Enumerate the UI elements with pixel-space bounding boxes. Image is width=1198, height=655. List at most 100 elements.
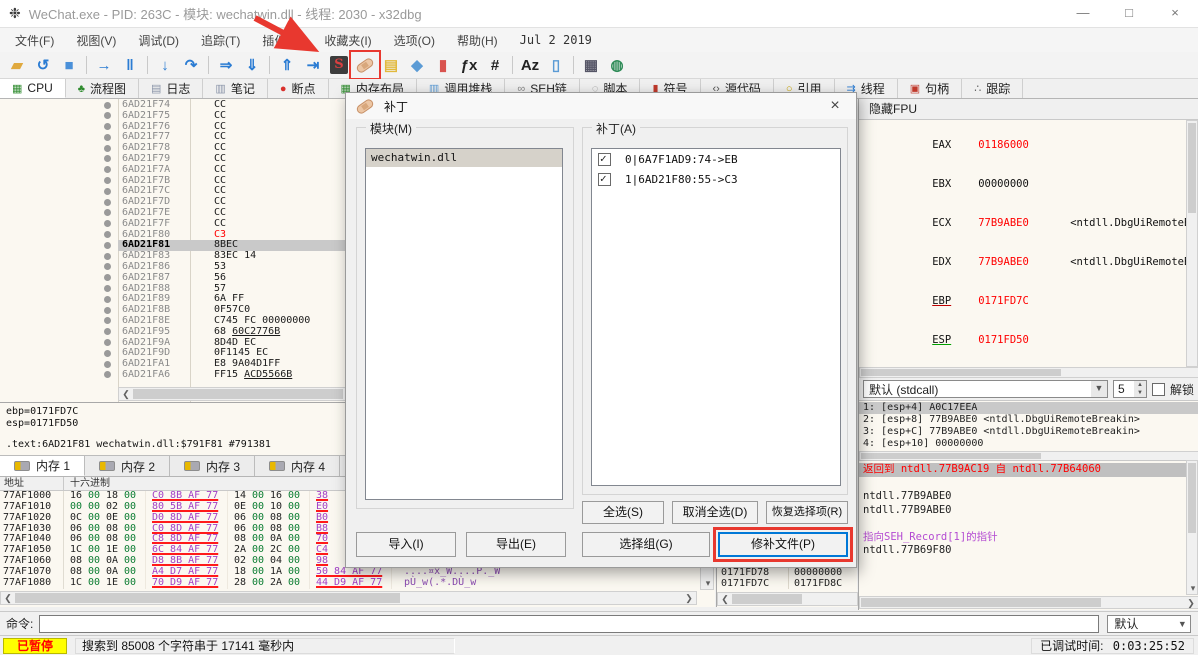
view-tab[interactable]: ▥ 笔记 [203, 79, 268, 98]
stepper-arrows-icon[interactable]: ▲ ▼ [1133, 381, 1146, 397]
close-button[interactable]: × [1152, 0, 1198, 27]
breakpoint-dot[interactable] [104, 101, 111, 109]
dump-byte[interactable]: 0C [70, 512, 88, 524]
dump-byte[interactable]: 00 [88, 577, 106, 589]
command-profile-select[interactable]: 默认 ▼ [1107, 614, 1192, 633]
infobox-vscrollbar[interactable]: ▾ [1186, 460, 1198, 595]
breakpoint-dot[interactable] [104, 339, 111, 347]
dump-byte[interactable]: 28 [234, 577, 252, 589]
globe-icon[interactable]: ◍ [604, 53, 630, 77]
view-tab[interactable]: ♣ 流程图 [66, 79, 139, 98]
stack-row[interactable]: 0171FD7C 0171FD8C [717, 578, 857, 589]
breakpoint-dot[interactable] [104, 231, 111, 239]
breakpoint-dot[interactable] [104, 317, 111, 325]
dialog-close-icon[interactable]: × [824, 97, 846, 115]
toolbar-separator[interactable] [204, 53, 213, 77]
run-icon[interactable]: → [91, 53, 117, 77]
dump-byte[interactable]: 1C [70, 577, 88, 589]
dump-byte[interactable]: 1E [106, 577, 124, 589]
breakpoint-dot[interactable] [104, 112, 111, 120]
registers-hscrollbar[interactable] [859, 367, 1198, 378]
breakpoint-dot[interactable] [104, 306, 111, 314]
breakpoint-dot[interactable] [104, 209, 111, 217]
view-tab[interactable]: ▦ CPU [0, 79, 66, 98]
bookmark-icon[interactable]: ▮ [430, 53, 456, 77]
dump-byte[interactable]: 00 [252, 577, 270, 589]
view-tab[interactable]: ● 断点 [268, 79, 329, 98]
breakpoint-dot[interactable] [104, 220, 111, 228]
dump-byte[interactable]: 06 [234, 512, 252, 524]
dump-byte[interactable]: 00 [124, 577, 142, 589]
scylla-icon[interactable]: S [326, 53, 352, 77]
breakpoint-dot[interactable] [104, 295, 111, 303]
breakpoint-dot[interactable] [104, 252, 111, 260]
register-row[interactable]: EAX 01186000 [869, 126, 1198, 165]
dump-hscrollbar[interactable]: ❮ ❯ [0, 591, 697, 605]
patch-icon[interactable] [349, 50, 381, 80]
register-row[interactable]: EDX 77B9ABE0 <ntdll.DbgUiRemoteBreakin> [869, 243, 1198, 282]
stack-row[interactable]: 0171FD78 00000000 [717, 567, 857, 578]
breakpoint-dot[interactable] [104, 123, 111, 131]
select-group-button[interactable]: 选择组(G) [582, 532, 710, 557]
breakpoint-dot[interactable] [104, 166, 111, 174]
register-row[interactable]: ECX 77B9ABE0 <ntdll.DbgUiRemoteBreakin> [869, 204, 1198, 243]
stop-icon[interactable]: ■ [56, 53, 82, 77]
import-button[interactable]: 导入(I) [356, 532, 456, 557]
dump-byte[interactable]: 0E [106, 512, 124, 524]
breakpoint-dot[interactable] [104, 349, 111, 357]
breakpoint-dot[interactable] [104, 328, 111, 336]
dump-byte[interactable]: 00 [124, 512, 142, 524]
dump-tab[interactable]: 内存 1 [0, 455, 86, 476]
breakpoint-dot[interactable] [104, 133, 111, 141]
open-file-icon[interactable]: ▰ [4, 53, 30, 77]
argument-row[interactable]: 1: [esp+4] A0C17EEA [859, 402, 1198, 414]
dump-tab[interactable]: 内存 4 [255, 455, 341, 476]
export-button[interactable]: 导出(E) [466, 532, 566, 557]
unlock-checkbox[interactable] [1151, 382, 1165, 396]
patch-checkbox[interactable] [598, 172, 611, 186]
label-icon[interactable]: ◆ [404, 53, 430, 77]
select-all-button[interactable]: 全选(S) [582, 501, 664, 524]
infobox-hscrollbar[interactable]: ❯ [859, 596, 1198, 609]
toolbar-separator[interactable] [82, 53, 91, 77]
breakpoint-dot[interactable] [104, 371, 111, 379]
deselect-all-button[interactable]: 取消全选(D) [672, 501, 758, 524]
patch-file-button[interactable]: 修补文件(P) [718, 532, 848, 557]
argument-row[interactable]: 2: [esp+8] 77B9ABE0 <ntdll.DbgUiRemoteBr… [859, 414, 1198, 426]
restart-icon[interactable]: ↺ [30, 53, 56, 77]
minimize-button[interactable]: — [1060, 0, 1106, 27]
dump-byte[interactable]: 00 [252, 512, 270, 524]
patch-dialog-titlebar[interactable]: 补丁 × [346, 93, 856, 119]
breakpoint-dot[interactable] [104, 155, 111, 163]
registers-vscrollbar[interactable] [1186, 120, 1198, 367]
dump-byte[interactable]: 08 [270, 512, 288, 524]
step-over-icon[interactable]: ↷ [178, 53, 204, 77]
argument-row[interactable]: 4: [esp+10] 00000000 [859, 438, 1198, 450]
hide-fpu-button[interactable]: 隐藏FPU [859, 99, 1198, 120]
breakpoint-dot[interactable] [104, 285, 111, 293]
command-input[interactable] [39, 614, 1100, 633]
skip-down-icon[interactable]: ⇓ [239, 53, 265, 77]
patch-checkbox[interactable] [598, 152, 611, 166]
view-tab[interactable]: ∴ 跟踪 [962, 79, 1024, 98]
menu-item[interactable]: 文件(F) [4, 29, 65, 52]
argument-count-stepper[interactable]: 5 ▲ ▼ [1112, 380, 1147, 398]
patch-item[interactable]: 1|6AD21F80:55->C3 [592, 169, 840, 189]
breakpoint-dot[interactable] [104, 360, 111, 368]
dump-tab[interactable]: 内存 3 [170, 455, 256, 476]
dump-tab[interactable]: 内存 2 [85, 455, 171, 476]
step-into-icon[interactable]: ↓ [152, 53, 178, 77]
restore-selection-button[interactable]: 恢复选择项(R) [766, 501, 848, 524]
dump-byte[interactable]: 2A [270, 577, 288, 589]
string-icon[interactable]: Az [517, 53, 543, 77]
argument-row[interactable]: 3: [esp+C] 77B9ABE0 <ntdll.DbgUiRemoteBr… [859, 426, 1198, 438]
view-tab[interactable]: ▣ 句柄 [898, 79, 963, 98]
breakpoint-dot[interactable] [104, 274, 111, 282]
toolbar-separator[interactable] [569, 53, 578, 77]
modules-list[interactable]: wechatwin.dll [365, 148, 563, 500]
attach-icon[interactable]: ▯ [543, 53, 569, 77]
registers-view[interactable]: EAX 01186000 EBX 00000000 ECX 77B9ABE0 <ntdl… [859, 120, 1198, 629]
breakpoint-dot[interactable] [104, 177, 111, 185]
dump-row[interactable]: 77AF1080 1C 00 1E 00 70 D9 AF 77 28 00 2A 00 4… [0, 577, 715, 589]
menu-item[interactable]: 选项(O) [383, 29, 446, 52]
